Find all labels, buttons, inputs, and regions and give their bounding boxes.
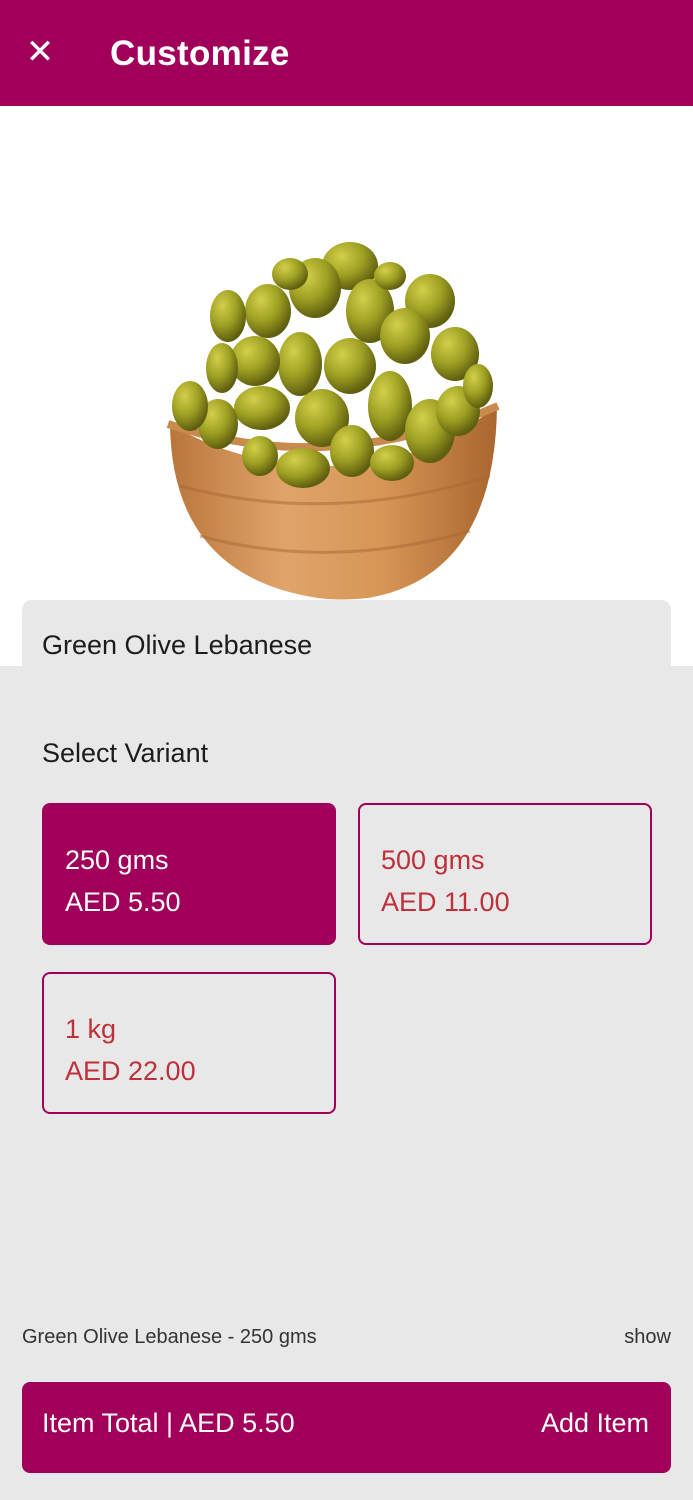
olive-bowl-illustration <box>166 242 500 600</box>
select-variant-label: Select Variant <box>42 738 209 768</box>
add-item-button[interactable]: Item Total | AED 5.50 Add Item <box>22 1382 671 1473</box>
header-bar: ✕ Customize <box>0 0 693 106</box>
variant-option-500gms[interactable]: 500 gms AED 11.00 <box>358 803 652 945</box>
variant-price: AED 22.00 <box>65 1056 196 1086</box>
variant-name: 250 gms <box>65 845 169 875</box>
show-link[interactable]: show <box>624 1326 671 1349</box>
add-item-label: Add Item <box>540 1408 649 1438</box>
variant-option-250gms[interactable]: 250 gms AED 5.50 <box>42 803 336 945</box>
close-icon: ✕ <box>25 33 55 71</box>
variant-name: 500 gms <box>381 845 485 875</box>
variant-name: 1 kg <box>65 1014 117 1044</box>
variant-card: Green Olive Lebanese Select Variant 250 … <box>22 600 671 1140</box>
product-name: Green Olive Lebanese <box>42 630 313 660</box>
selection-summary: Green Olive Lebanese - 250 gms <box>22 1326 317 1348</box>
close-button[interactable]: ✕ <box>18 30 62 74</box>
variant-option-1kg[interactable]: 1 kg AED 22.00 <box>42 972 336 1114</box>
page-title: Customize <box>110 34 290 73</box>
item-total-label: Item Total | AED 5.50 <box>42 1408 295 1438</box>
variant-price: AED 11.00 <box>381 887 510 917</box>
variant-price: AED 5.50 <box>65 887 181 917</box>
product-image <box>0 106 693 666</box>
